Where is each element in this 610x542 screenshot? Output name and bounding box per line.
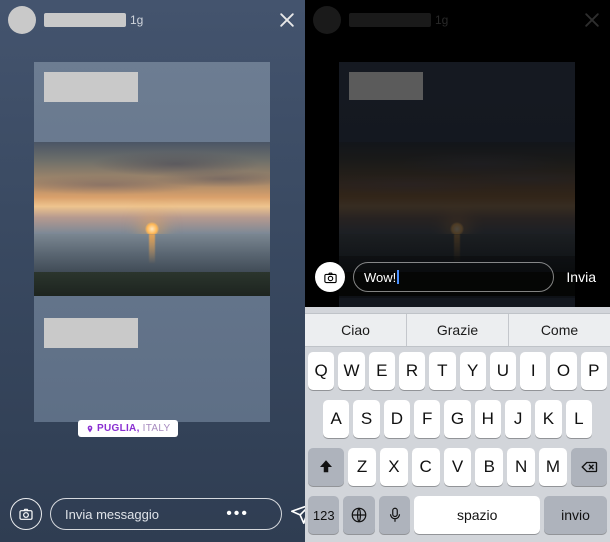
camera-button[interactable] bbox=[315, 262, 345, 292]
story-photo-sunset bbox=[34, 142, 270, 296]
key[interactable]: W bbox=[338, 352, 364, 390]
key-row-4: 123 spazio invio bbox=[305, 491, 610, 542]
story-content[interactable] bbox=[34, 62, 270, 422]
key[interactable]: A bbox=[323, 400, 349, 438]
close-icon[interactable] bbox=[277, 10, 297, 30]
key[interactable]: B bbox=[475, 448, 503, 486]
story-time: 1g bbox=[130, 13, 143, 27]
active-reply-bar: Wow! Invia bbox=[305, 256, 610, 298]
key[interactable]: Q bbox=[308, 352, 334, 390]
location-sub: ITALY bbox=[143, 423, 171, 434]
story-reply-bar: ••• bbox=[0, 490, 305, 542]
redacted-block bbox=[44, 72, 138, 102]
key[interactable]: M bbox=[539, 448, 567, 486]
key[interactable]: X bbox=[380, 448, 408, 486]
key[interactable]: H bbox=[475, 400, 501, 438]
story-time: 1g bbox=[435, 13, 448, 27]
send-button[interactable]: Invia bbox=[562, 269, 600, 285]
shift-key[interactable] bbox=[308, 448, 344, 486]
username-redacted[interactable] bbox=[349, 13, 431, 27]
suggestion[interactable]: Grazie bbox=[406, 314, 508, 346]
key-row-2: A S D F G H J K L bbox=[305, 395, 610, 443]
more-icon[interactable]: ••• bbox=[226, 505, 249, 523]
story-viewer-screen: 1g PUGLIA, ITALY ••• bbox=[0, 0, 305, 542]
key[interactable]: S bbox=[353, 400, 379, 438]
send-icon[interactable] bbox=[290, 503, 305, 525]
return-key[interactable]: invio bbox=[544, 496, 607, 534]
space-key[interactable]: spazio bbox=[414, 496, 540, 534]
avatar[interactable] bbox=[313, 6, 341, 34]
username-redacted[interactable] bbox=[44, 13, 126, 27]
redacted-block bbox=[349, 72, 423, 100]
text-cursor bbox=[397, 270, 399, 284]
key[interactable]: P bbox=[581, 352, 607, 390]
key[interactable]: T bbox=[429, 352, 455, 390]
reply-input[interactable]: Wow! bbox=[353, 262, 554, 292]
key[interactable]: I bbox=[520, 352, 546, 390]
numbers-key[interactable]: 123 bbox=[308, 496, 339, 534]
ios-keyboard: Ciao Grazie Come Q W E R T Y U I O P A S… bbox=[305, 307, 610, 542]
key[interactable]: V bbox=[444, 448, 472, 486]
key[interactable]: Z bbox=[348, 448, 376, 486]
location-main: PUGLIA, bbox=[97, 423, 140, 434]
redacted-block bbox=[44, 318, 138, 348]
suggestion[interactable]: Ciao bbox=[305, 314, 406, 346]
story-topbar: 1g bbox=[0, 0, 305, 38]
reply-input-value: Wow! bbox=[364, 270, 396, 285]
key[interactable]: K bbox=[535, 400, 561, 438]
story-topbar: 1g bbox=[305, 0, 610, 38]
suggestion[interactable]: Come bbox=[508, 314, 610, 346]
mic-key[interactable] bbox=[379, 496, 410, 534]
key[interactable]: Y bbox=[460, 352, 486, 390]
key[interactable]: R bbox=[399, 352, 425, 390]
close-icon[interactable] bbox=[582, 10, 602, 30]
backspace-key[interactable] bbox=[571, 448, 607, 486]
key-row-3: Z X C V B N M bbox=[305, 443, 610, 491]
avatar[interactable] bbox=[8, 6, 36, 34]
camera-button[interactable] bbox=[10, 498, 42, 530]
keyboard-suggestions: Ciao Grazie Come bbox=[305, 313, 610, 347]
location-sticker[interactable]: PUGLIA, ITALY bbox=[78, 420, 178, 437]
key[interactable]: O bbox=[550, 352, 576, 390]
key[interactable]: G bbox=[444, 400, 470, 438]
key[interactable]: L bbox=[566, 400, 592, 438]
story-reply-screen: 1g Wow! Invia Ciao Grazie Come bbox=[305, 0, 610, 542]
key[interactable]: U bbox=[490, 352, 516, 390]
key[interactable]: F bbox=[414, 400, 440, 438]
key-row-1: Q W E R T Y U I O P bbox=[305, 347, 610, 395]
key[interactable]: J bbox=[505, 400, 531, 438]
key[interactable]: E bbox=[369, 352, 395, 390]
key[interactable]: D bbox=[384, 400, 410, 438]
key[interactable]: N bbox=[507, 448, 535, 486]
key[interactable]: C bbox=[412, 448, 440, 486]
globe-key[interactable] bbox=[343, 496, 374, 534]
